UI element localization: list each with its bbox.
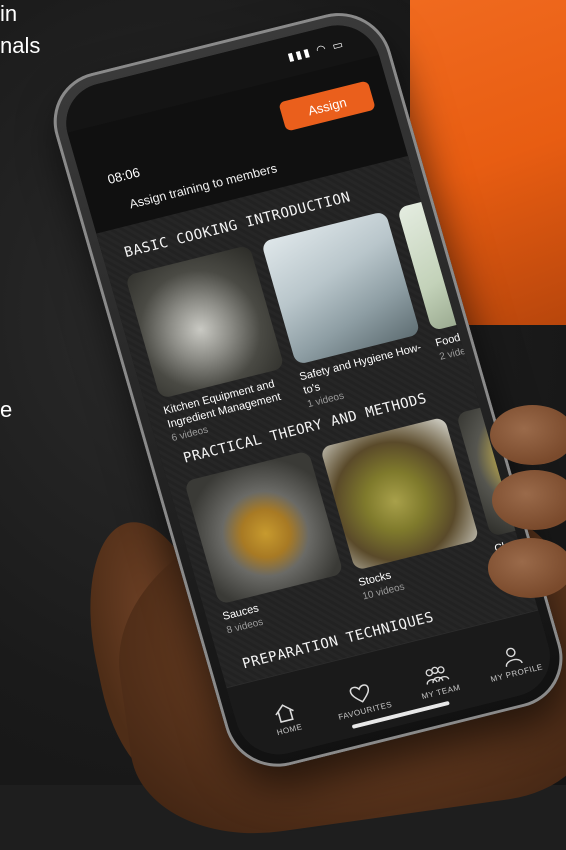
nav-my-profile[interactable]: MY PROFILE <box>475 638 552 686</box>
bg-text-line-2: nals <box>0 33 41 58</box>
nav-my-team[interactable]: MY TEAM <box>399 657 476 705</box>
nav-label: HOME <box>275 722 304 738</box>
course-thumbnail-kitchen-equipment <box>125 244 285 399</box>
course-thumbnail-safety-hygiene <box>260 210 421 365</box>
nav-home[interactable]: HOME <box>248 695 325 743</box>
course-thumbnail-sauces <box>184 450 344 605</box>
course-card[interactable]: Sauces 8 videos <box>184 450 353 636</box>
heart-icon <box>349 684 370 703</box>
team-icon <box>425 666 450 685</box>
bg-text-line-1: in <box>0 1 18 26</box>
course-thumbnail-stocks <box>319 416 480 571</box>
profile-icon <box>505 647 523 668</box>
nav-label: MY PROFILE <box>489 662 544 684</box>
hand-finger-3 <box>488 538 566 598</box>
home-icon <box>275 704 294 724</box>
bg-text-line-3: e <box>0 397 13 422</box>
course-card[interactable]: Stocks 10 videos <box>319 416 489 602</box>
hand-finger-1 <box>490 405 566 465</box>
